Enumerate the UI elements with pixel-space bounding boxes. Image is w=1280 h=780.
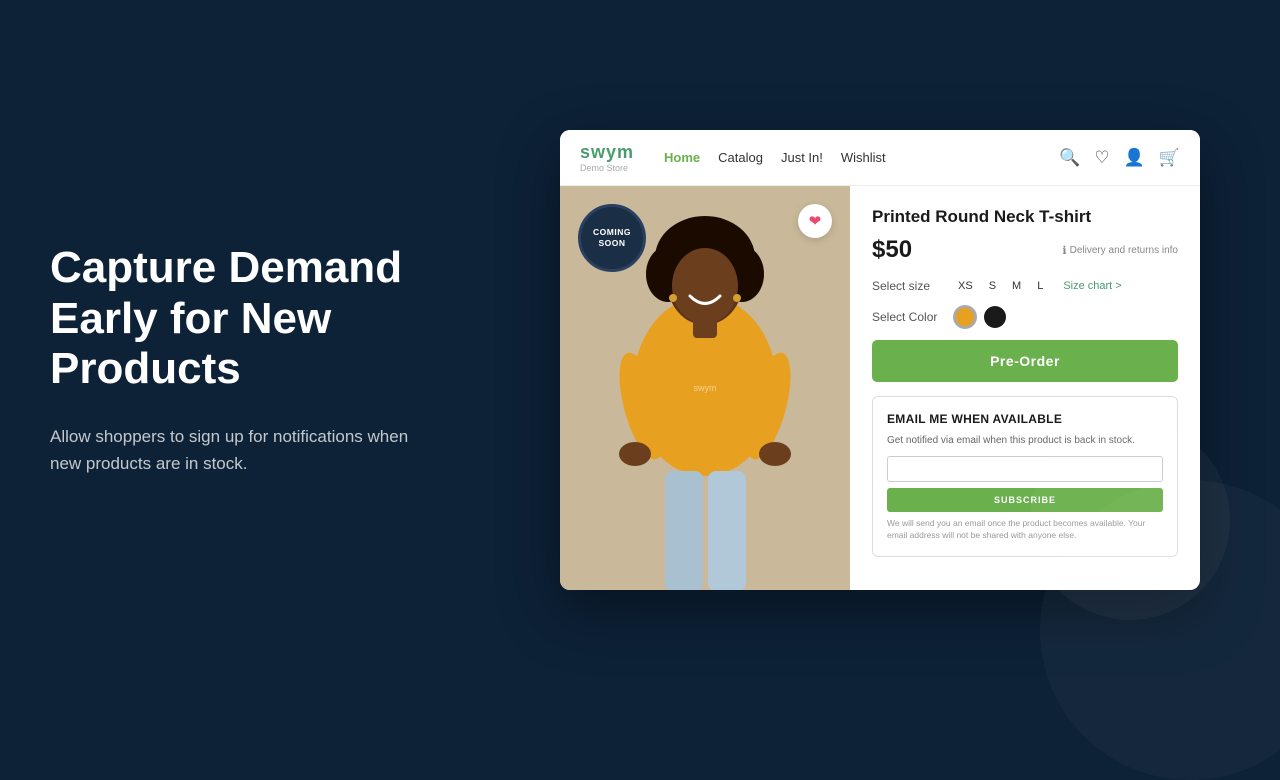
badge-line2: SOON	[598, 238, 625, 249]
heart-icon[interactable]: ♡	[1094, 148, 1109, 168]
headline: Capture Demand Early for New Products	[50, 243, 430, 395]
color-option-row: Select Color	[872, 306, 1178, 328]
color-orange[interactable]	[954, 306, 976, 328]
logo-sub: Demo Store	[580, 163, 634, 173]
color-options	[954, 306, 1006, 328]
pre-order-button[interactable]: Pre-Order	[872, 340, 1178, 382]
nav-icons: 🔍 ♡ 👤 🛒	[1059, 148, 1180, 168]
badge-line1: COMING	[593, 227, 631, 238]
product-details: Printed Round Neck T-shirt $50 ℹ Deliver…	[850, 186, 1200, 590]
nav-home[interactable]: Home	[664, 150, 700, 165]
privacy-note: We will send you an email once the produ…	[887, 518, 1163, 542]
right-panel: swym Demo Store Home Catalog Just In! Wi…	[480, 130, 1280, 590]
size-label: Select size	[872, 279, 944, 293]
size-chart-link[interactable]: Size chart >	[1063, 280, 1121, 292]
subscribe-button[interactable]: SUBSCRIBE	[887, 488, 1163, 512]
description: Allow shoppers to sign up for notificati…	[50, 423, 430, 477]
email-notify-desc: Get notified via email when this product…	[887, 434, 1163, 448]
nav-wishlist[interactable]: Wishlist	[841, 150, 886, 165]
price-row: $50 ℹ Delivery and returns info	[872, 236, 1178, 264]
product-title: Printed Round Neck T-shirt	[872, 206, 1178, 228]
product-price: $50	[872, 236, 912, 264]
size-m[interactable]: M	[1008, 278, 1025, 294]
info-icon: ℹ	[1062, 244, 1066, 257]
size-option-row: Select size XS S M L Size chart >	[872, 278, 1178, 294]
email-notify-box: EMAIL ME WHEN AVAILABLE Get notified via…	[872, 396, 1178, 557]
nav-bar: swym Demo Store Home Catalog Just In! Wi…	[560, 130, 1200, 186]
size-l[interactable]: L	[1033, 278, 1047, 294]
logo[interactable]: swym Demo Store	[580, 142, 634, 173]
user-icon[interactable]: 👤	[1124, 148, 1145, 168]
product-image-area: COMING SOON ❤	[560, 186, 850, 590]
size-s[interactable]: S	[985, 278, 1000, 294]
svg-text:swym: swym	[694, 383, 717, 393]
search-icon[interactable]: 🔍	[1059, 148, 1080, 168]
size-xs[interactable]: XS	[954, 278, 977, 294]
main-content: COMING SOON ❤	[560, 186, 1200, 590]
delivery-label: Delivery and returns info	[1070, 245, 1178, 256]
delivery-info: ℹ Delivery and returns info	[1062, 244, 1178, 257]
left-panel: Capture Demand Early for New Products Al…	[0, 183, 480, 537]
nav-just-in[interactable]: Just In!	[781, 150, 823, 165]
nav-catalog[interactable]: Catalog	[718, 150, 763, 165]
color-black[interactable]	[984, 306, 1006, 328]
heart-filled-icon: ❤	[809, 212, 822, 230]
logo-text: swym	[580, 142, 634, 163]
coming-soon-badge: COMING SOON	[578, 204, 646, 272]
wishlist-button[interactable]: ❤	[798, 204, 832, 238]
size-options: XS S M L	[954, 278, 1047, 294]
color-label: Select Color	[872, 310, 944, 324]
nav-links: Home Catalog Just In! Wishlist	[664, 150, 1059, 165]
email-input[interactable]	[887, 456, 1163, 482]
cart-icon[interactable]: 🛒	[1159, 148, 1180, 168]
email-notify-title: EMAIL ME WHEN AVAILABLE	[887, 411, 1163, 428]
store-window: swym Demo Store Home Catalog Just In! Wi…	[560, 130, 1200, 590]
